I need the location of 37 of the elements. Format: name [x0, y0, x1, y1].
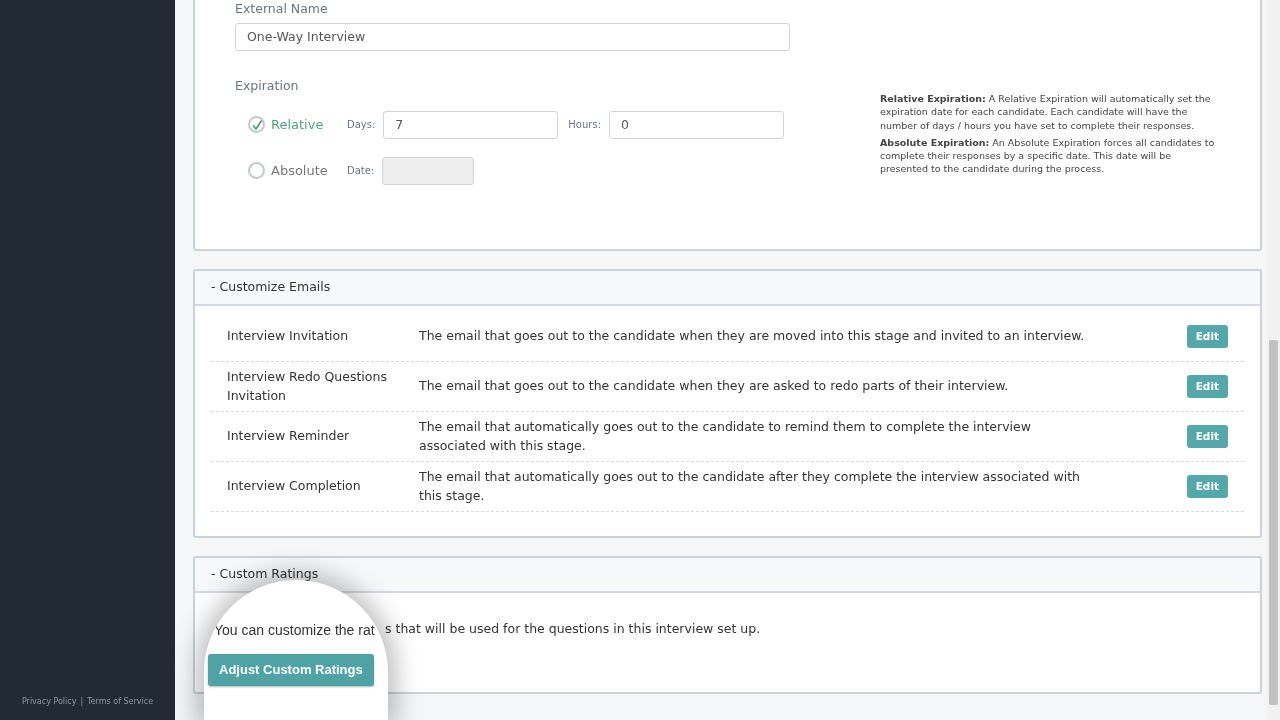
radio-label[interactable]: Absolute [271, 160, 347, 181]
text-field[interactable]: 0 [609, 110, 784, 139]
edit-button[interactable]: Edit [1186, 424, 1228, 449]
field-label: Days: [347, 118, 376, 132]
radio-button[interactable] [248, 162, 265, 179]
edit-button[interactable]: Edit [1186, 324, 1228, 349]
radio-button[interactable] [248, 116, 265, 133]
radio-label[interactable]: Relative [271, 114, 347, 135]
panel-header[interactable]: - Customize Emails [195, 271, 1260, 306]
help-text: Relative Expiration: A Relative Expiration will automatically set the expiration date for each candidate. Each candidate will have the number of days / hours you have set to complete their responses. [880, 92, 1212, 132]
field-label: External Name [235, 0, 329, 18]
scrollbar-thumb[interactable] [1269, 340, 1278, 705]
separator: | [80, 697, 84, 706]
panel-header[interactable]: - Custom Ratings [195, 558, 1260, 593]
field-label: Date: [347, 164, 375, 178]
email-description: The email that goes out to the candidate when they are moved into this stage and invited to an interview. [419, 327, 1086, 346]
scrollbar[interactable] [1267, 0, 1280, 720]
description-text: You can customize the rat [214, 621, 375, 640]
email-description: The email that automatically goes out to the candidate to remind them to complete the interview associated with this stage. [419, 417, 1032, 455]
check-icon [250, 118, 263, 131]
footer-link[interactable]: Privacy Policy [21, 697, 77, 706]
text-field[interactable]: 7 [383, 110, 559, 139]
email-name: Interview Reminder [226, 427, 351, 446]
field-label: Hours: [568, 118, 601, 132]
edit-button[interactable]: Edit [1186, 474, 1228, 499]
email-description: The email that automatically goes out to the candidate after they complete the interview associated with this stage. [419, 467, 1081, 505]
email-description: The email that goes out to the candidate when they are asked to redo parts of their interview. [419, 377, 1010, 396]
description-text: s that will be used for the questions in this interview set up. [385, 620, 761, 638]
edit-button[interactable]: Edit [1186, 374, 1228, 399]
help-text: Absolute Expiration: An Absolute Expiration forces all candidates to complete their responses by a specific date. This date will be presented to the candidate during the process. [880, 135, 1216, 176]
adjust-ratings-button[interactable]: Adjust Custom Ratings [208, 654, 374, 686]
text-field[interactable]: One-Way Interview [235, 22, 790, 51]
section-label: Expiration [235, 76, 300, 95]
email-name: Interview Redo Questions Invitation [226, 367, 388, 405]
footer-link[interactable]: Terms of Service [87, 697, 154, 706]
email-name: Interview Completion [226, 477, 362, 496]
email-name: Interview Invitation [226, 327, 350, 346]
